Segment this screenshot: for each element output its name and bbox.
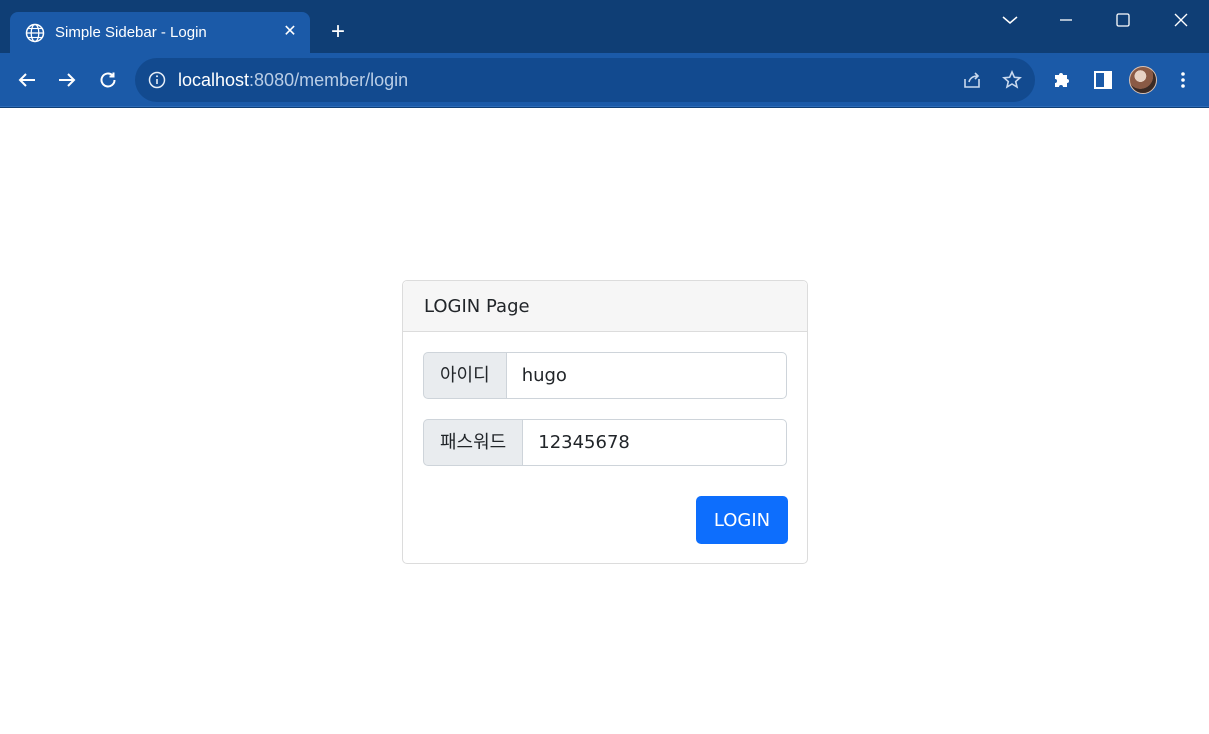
forward-arrow-icon[interactable] [53,66,81,94]
extensions-puzzle-icon[interactable] [1050,68,1074,92]
tab-active[interactable]: Simple Sidebar - Login ✕ [10,12,310,53]
tab-search-chevron-icon[interactable] [998,8,1022,32]
side-panel-icon[interactable] [1091,68,1115,92]
login-card: LOGIN Page 아이디 패스워드 LOGIN [402,280,808,564]
card-title: LOGIN Page [424,296,530,317]
username-label: 아이디 [423,352,506,399]
back-arrow-icon[interactable] [13,66,41,94]
tab-strip: Simple Sidebar - Login ✕ + [0,0,1209,53]
maximize-icon[interactable] [1111,8,1135,32]
globe-icon [25,23,45,43]
login-button[interactable]: LOGIN [696,496,788,544]
new-tab-icon[interactable]: + [325,19,351,45]
address-bar[interactable]: localhost:8080/member/login [135,58,1035,102]
reload-icon[interactable] [94,66,122,94]
url-path: :8080/member/login [249,70,409,90]
bookmark-star-icon[interactable] [1001,69,1023,91]
page-content: LOGIN Page 아이디 패스워드 LOGIN [0,108,1209,734]
browser-window: Simple Sidebar - Login ✕ + localhost:808… [0,0,1209,108]
tab-close-icon[interactable]: ✕ [280,22,300,42]
more-menu-icon[interactable] [1171,68,1195,92]
site-info-icon[interactable] [148,71,166,89]
password-label: 패스워드 [423,419,523,466]
password-input[interactable] [522,419,787,466]
tab-title: Simple Sidebar - Login [55,24,207,41]
share-icon[interactable] [961,69,983,91]
url-text[interactable]: localhost:8080/member/login [178,70,408,90]
close-window-icon[interactable] [1169,8,1193,32]
url-host: localhost [178,70,250,90]
browser-toolbar: localhost:8080/member/login [0,53,1209,107]
card-header: LOGIN Page [403,281,807,332]
minimize-icon[interactable] [1054,8,1078,32]
username-group: 아이디 [423,352,787,399]
password-group: 패스워드 [423,419,787,466]
profile-avatar[interactable] [1129,66,1157,94]
username-input[interactable] [505,352,787,399]
